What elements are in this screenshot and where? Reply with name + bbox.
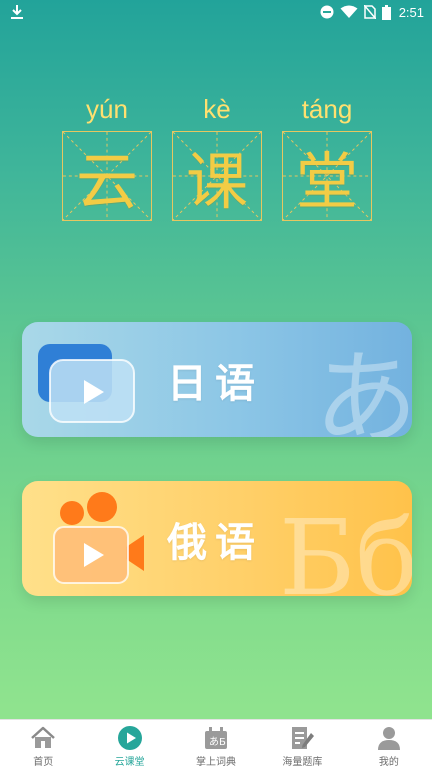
status-time: 2:51 [398,4,424,20]
play-circle-icon [117,726,142,750]
russian-course-card[interactable]: Бб 俄语 [22,481,412,596]
nav-label-question-bank: 海量题库 [282,757,323,768]
title-char-tang: 堂 [295,145,358,218]
russian-card-label: 俄语 [167,519,263,566]
no-sim-icon [363,5,376,19]
pinyin-tang: táng [301,94,353,124]
card-watermark-hiragana: あ [313,338,412,437]
status-bar: 2:51 [0,0,432,24]
pinyin-ke: kè [203,94,231,124]
download-icon [11,5,23,19]
do-not-disturb-icon [320,5,334,19]
title-char-yun: 云 [75,145,138,218]
nav-label-profile: 我的 [378,757,399,768]
app-screen: 2:51 yún kè táng 云 课 堂 あ 日语 Бб 俄语 首页 云课堂… [0,0,432,768]
edit-document-icon [292,727,315,749]
card-watermark-cyrillic: Бб [278,497,412,596]
nav-item-dictionary[interactable]: あБ 掌上词典 [173,720,259,768]
svg-text:あБ: あБ [209,736,226,748]
nav-item-profile[interactable]: 我的 [346,720,432,768]
video-play-icon [38,344,135,423]
home-icon [31,726,56,748]
nav-label-home: 首页 [33,757,54,768]
pinyin-yun: yún [86,94,128,124]
nav-label-dictionary: 掌上词典 [196,757,237,768]
title-char-ke: 课 [185,145,248,218]
wifi-icon [340,5,358,18]
title-grid-3: 堂 [282,131,372,221]
bottom-nav: 首页 云课堂 あБ 掌上词典 海量题库 我的 [0,719,432,768]
person-icon [377,727,400,750]
dictionary-icon: あБ [205,727,228,749]
nav-label-cloud-class: 云课堂 [114,757,145,768]
nav-item-home[interactable]: 首页 [0,720,86,768]
title-grid-2: 课 [172,131,262,221]
nav-item-question-bank[interactable]: 海量题库 [259,720,345,768]
video-camera-icon [53,492,144,584]
nav-item-cloud-class[interactable]: 云课堂 [86,720,172,768]
japanese-course-card[interactable]: あ 日语 [22,322,412,437]
japanese-card-label: 日语 [167,360,263,407]
title-grid-1: 云 [62,131,152,221]
battery-icon [381,4,391,20]
